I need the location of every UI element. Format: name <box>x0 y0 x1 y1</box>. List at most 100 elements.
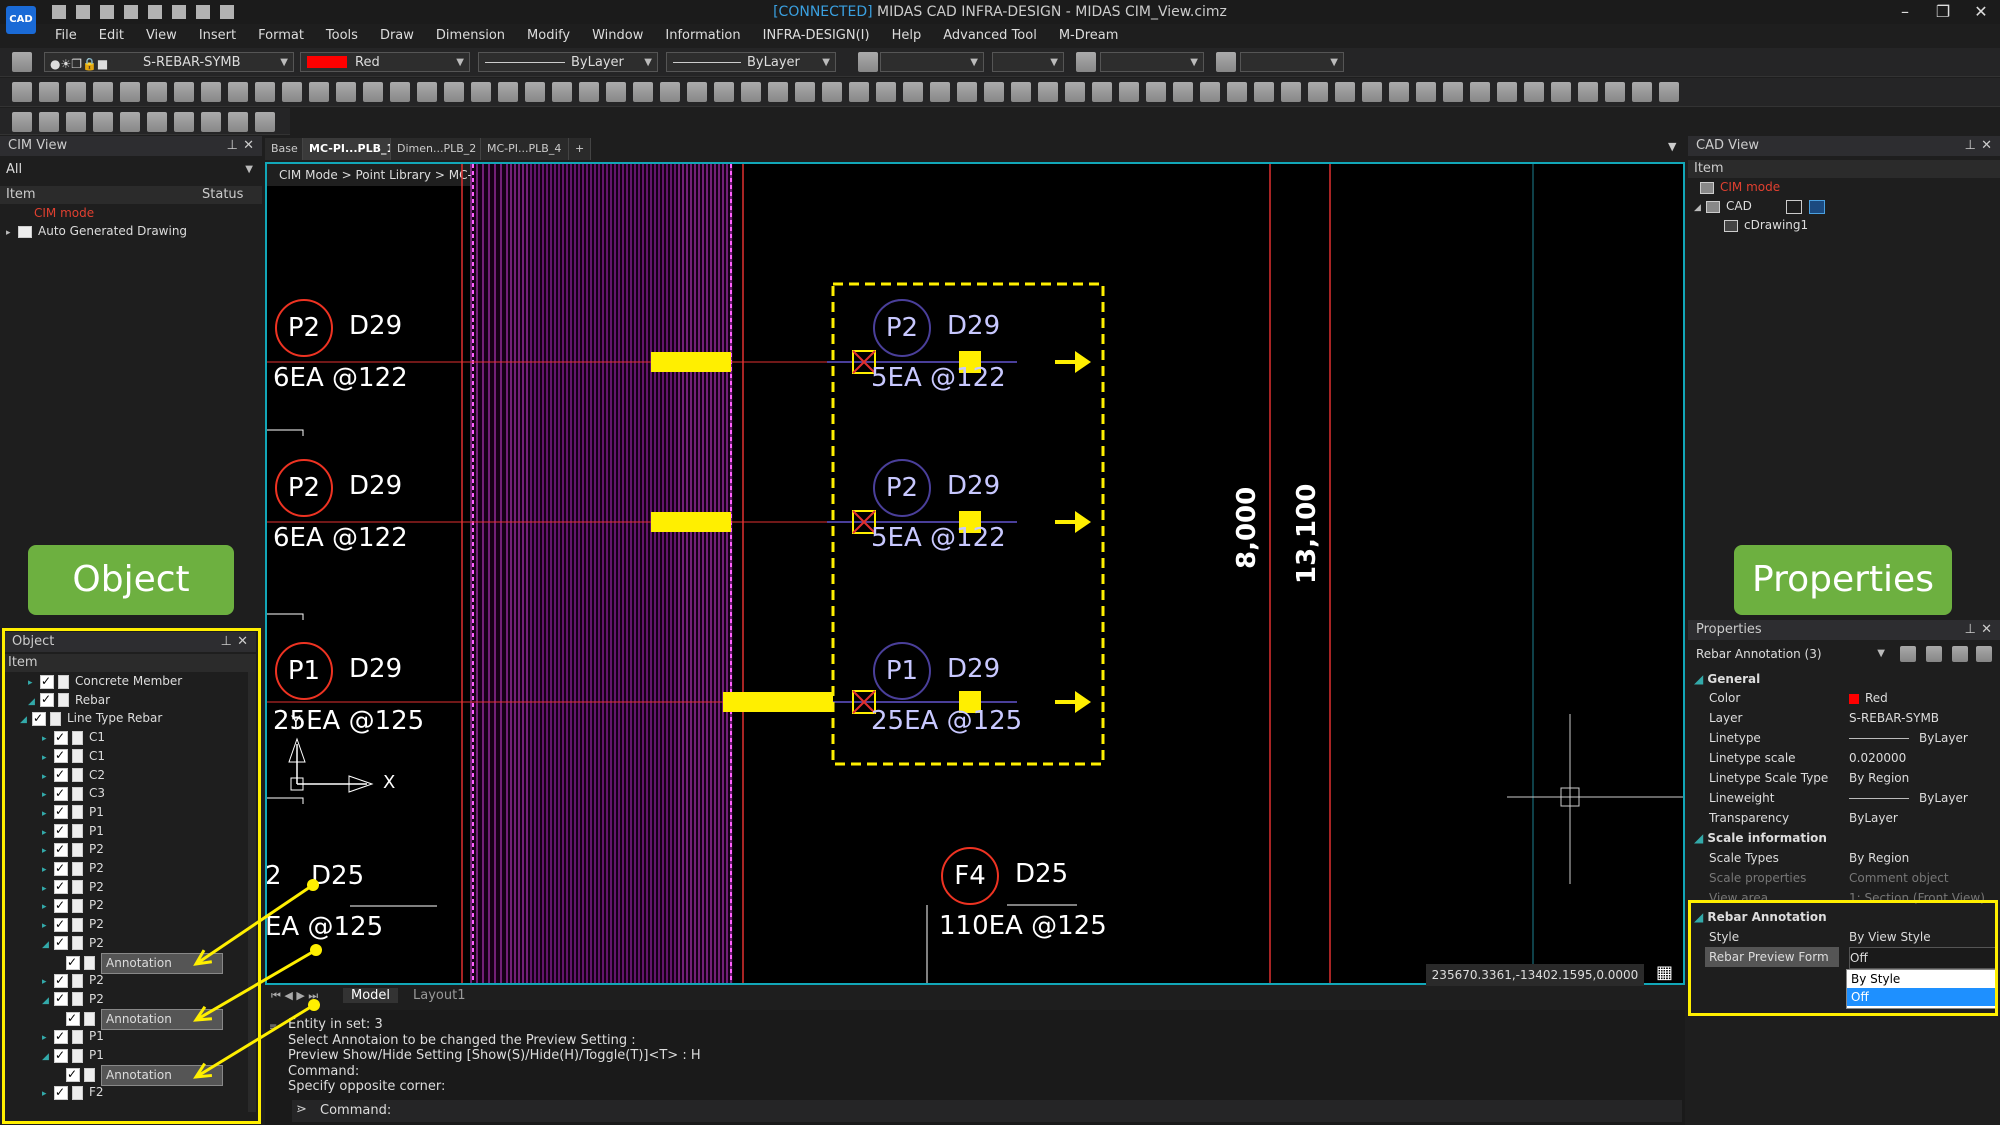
menu-draw[interactable]: Draw <box>369 26 425 46</box>
menu-file[interactable]: File <box>44 26 88 46</box>
property-value[interactable]: ByLayer <box>1919 728 1968 748</box>
tab-1[interactable]: MC-PI...PLB_1 ✕ <box>303 138 391 160</box>
close-icon[interactable]: ✕ <box>243 136 254 156</box>
tree-item-cim-mode[interactable]: CIM mode <box>34 204 94 223</box>
tool-icon[interactable] <box>579 82 599 102</box>
toggle-pickadd-icon[interactable] <box>1926 646 1942 662</box>
menu-infra-design-i-[interactable]: INFRA-DESIGN(I) <box>752 26 881 46</box>
view-icon[interactable] <box>1785 199 1802 214</box>
property-value[interactable]: ByLayer <box>1849 808 1898 828</box>
tool-icon[interactable] <box>255 112 275 132</box>
tool-icon[interactable] <box>768 82 788 102</box>
pin-icon[interactable]: ⊥ <box>1965 620 1976 640</box>
close-window-button[interactable]: ✕ <box>1966 2 1996 22</box>
tool-icon[interactable] <box>1119 82 1139 102</box>
tool-icon[interactable] <box>93 82 113 102</box>
property-value[interactable]: Comment object <box>1849 868 1949 888</box>
rebar-mark-circle[interactable]: P1 <box>275 642 333 700</box>
tool-icon[interactable] <box>174 82 194 102</box>
menu-insert[interactable]: Insert <box>188 26 247 46</box>
rebar-diameter[interactable]: D29 <box>349 311 402 341</box>
tool-icon[interactable] <box>12 82 32 102</box>
rebar-mark-circle[interactable]: P2 <box>275 459 333 517</box>
property-value[interactable]: By Region <box>1849 848 1909 868</box>
quick-select-icon[interactable] <box>1900 646 1916 662</box>
tab-3[interactable]: MC-PI...PLB_4 <box>481 138 569 160</box>
property-row[interactable]: Scale properties Comment object <box>1689 868 1999 888</box>
menu-tools[interactable]: Tools <box>315 26 369 46</box>
menu-window[interactable]: Window <box>581 26 654 46</box>
menu-m-dream[interactable]: M-Dream <box>1048 26 1130 46</box>
tool-icon[interactable] <box>930 82 950 102</box>
menu-advanced-tool[interactable]: Advanced Tool <box>932 26 1048 46</box>
dimension-text[interactable]: 13,100 <box>1292 484 1322 584</box>
tool-icon[interactable] <box>120 112 140 132</box>
tool-icon[interactable] <box>1227 82 1247 102</box>
lineweight-select[interactable]: ByLayer ▼ <box>666 52 836 72</box>
collapse-icon[interactable]: ◢ <box>1694 831 1707 845</box>
tool-icon[interactable] <box>390 82 410 102</box>
table-style-icon[interactable] <box>1216 52 1236 72</box>
tool-icon[interactable] <box>1065 82 1085 102</box>
menu-format[interactable]: Format <box>247 26 315 46</box>
menu-edit[interactable]: Edit <box>88 26 135 46</box>
rebar-diameter[interactable]: D25 <box>1015 859 1068 889</box>
text-style-icon[interactable] <box>858 52 878 72</box>
menu-view[interactable]: View <box>135 26 188 46</box>
property-value[interactable]: ByLayer <box>1919 788 1968 808</box>
tab-2[interactable]: Dimen...PLB_2 <box>391 138 481 160</box>
dim-style-select[interactable]: ▼ <box>1100 52 1204 72</box>
pin-icon[interactable]: ⊥ <box>1965 136 1976 156</box>
layout-nav-icons[interactable]: ⏮ ◀ ▶ ⏭ <box>271 989 318 1003</box>
pin-icon[interactable]: ⊥ <box>227 136 238 156</box>
tool-icon[interactable] <box>282 82 302 102</box>
tool-icon[interactable] <box>363 82 383 102</box>
rebar-spacing[interactable]: 6EA @122 <box>273 363 408 393</box>
property-row[interactable]: Layer S-REBAR-SYMB <box>1689 708 1999 728</box>
tool-icon[interactable] <box>228 82 248 102</box>
collapse-icon[interactable]: ◢ <box>1694 672 1707 686</box>
tool-icon[interactable] <box>903 82 923 102</box>
property-row[interactable]: Lineweight ByLayer <box>1689 788 1999 808</box>
cad-tree-cad[interactable]: ◢ CAD <box>1694 197 1826 216</box>
select-objects-icon[interactable] <box>1952 646 1968 662</box>
tab-0[interactable]: Base <box>265 138 303 160</box>
rebar-spacing[interactable]: 6EA @122 <box>273 523 408 553</box>
property-value[interactable]: 0.020000 <box>1849 748 1906 768</box>
tool-icon[interactable] <box>147 112 167 132</box>
tool-icon[interactable] <box>795 82 815 102</box>
close-icon[interactable]: ✕ <box>1981 136 1992 156</box>
tool-icon[interactable] <box>147 82 167 102</box>
tool-icon[interactable] <box>1281 82 1301 102</box>
tab-model[interactable]: Model <box>343 988 399 1003</box>
tool-icon[interactable] <box>66 82 86 102</box>
menu-modify[interactable]: Modify <box>516 26 581 46</box>
tool-icon[interactable] <box>93 112 113 132</box>
rebar-diameter[interactable]: D29 <box>947 471 1000 501</box>
property-row[interactable]: Color Red <box>1689 688 1999 708</box>
cad-tree-cdrawing1[interactable]: cDrawing1 <box>1724 216 1808 235</box>
cad-tree-cim-mode[interactable]: CIM mode <box>1700 178 1780 197</box>
tool-icon[interactable] <box>1335 82 1355 102</box>
tool-icon[interactable] <box>714 82 734 102</box>
tool-icon[interactable] <box>255 82 275 102</box>
tool-icon[interactable] <box>1362 82 1382 102</box>
cim-filter-select[interactable]: All ▼ <box>0 160 258 180</box>
rebar-mark-partial[interactable]: 2 <box>267 861 282 891</box>
dimstyle-icon[interactable] <box>1076 52 1096 72</box>
tool-icon[interactable] <box>1497 82 1517 102</box>
property-row[interactable]: Transparency ByLayer <box>1689 808 1999 828</box>
tool-icon[interactable] <box>1254 82 1274 102</box>
rebar-diameter[interactable]: D29 <box>947 654 1000 684</box>
tool-icon[interactable] <box>12 112 32 132</box>
property-row[interactable]: Scale Types By Region <box>1689 848 1999 868</box>
minimize-button[interactable]: – <box>1890 2 1920 22</box>
rebar-mark-circle[interactable]: F4 <box>941 847 999 905</box>
dimension-text[interactable]: 8,000 <box>1232 487 1262 569</box>
tool-icon[interactable] <box>552 82 572 102</box>
rebar-mark-circle[interactable]: P2 <box>873 299 931 357</box>
property-value[interactable]: Red <box>1865 688 1888 708</box>
property-value[interactable]: S-REBAR-SYMB <box>1849 708 1939 728</box>
rebar-diameter[interactable]: D29 <box>349 654 402 684</box>
tool-icon[interactable] <box>1011 82 1031 102</box>
